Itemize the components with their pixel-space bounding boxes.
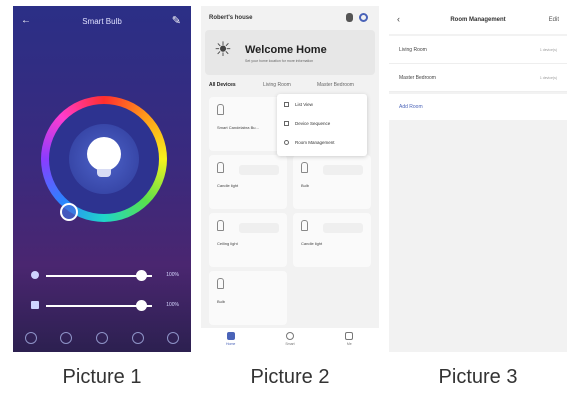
device-toggle[interactable] — [239, 223, 279, 233]
brightness-thumb[interactable] — [135, 270, 147, 281]
nav-smart[interactable]: Smart — [275, 328, 305, 352]
temperature-thumb[interactable] — [135, 300, 147, 311]
add-device-icon[interactable] — [359, 13, 368, 22]
microphone-icon[interactable] — [346, 13, 353, 22]
room-management-screen: ‹ Room Management Edit Living Room 1 dev… — [389, 6, 567, 352]
sun-icon: ☀ — [214, 39, 232, 61]
nav-label: Smart — [285, 342, 295, 346]
room-management-header: ‹ Room Management Edit — [389, 6, 567, 34]
room-tabs: All Devices Living Room Master Bedroom — [209, 80, 371, 92]
menu-item-label: List View — [295, 102, 313, 107]
page-title: Room Management — [450, 17, 506, 23]
list-icon — [284, 102, 289, 108]
caption-picture-3: Picture 3 — [438, 366, 518, 388]
bulb-icon — [301, 220, 308, 231]
welcome-title: Welcome Home — [245, 44, 327, 56]
room-name: Master Bedroom — [399, 75, 436, 81]
room-icon — [284, 140, 289, 146]
tab-all-devices[interactable]: All Devices — [209, 82, 236, 88]
welcome-subtitle[interactable]: Set your home location for more informat… — [245, 59, 313, 63]
profile-icon — [345, 332, 354, 340]
bulb-icon — [217, 162, 224, 173]
timer-icon[interactable] — [131, 332, 144, 344]
color-wheel[interactable] — [41, 96, 167, 222]
temperature-icon — [31, 301, 39, 309]
device-card[interactable]: Candle light — [293, 213, 371, 267]
nav-me[interactable]: Me — [334, 328, 364, 352]
smart-bulb-screen: ← Smart Bulb ✎ 100% 100% — [13, 6, 191, 352]
home-header: Robert's house — [209, 12, 371, 26]
device-name: Bulb — [217, 299, 226, 304]
nav-home[interactable]: Home — [216, 328, 246, 352]
edit-button[interactable]: Edit — [549, 17, 559, 23]
bulb-icon — [87, 137, 121, 171]
menu-item-label: Room Management — [295, 140, 335, 145]
add-room-row[interactable]: Add Room — [389, 94, 567, 120]
device-name: Smart Candelabra Bu... — [217, 125, 259, 130]
device-name: Bulb — [301, 183, 310, 188]
mode-icon[interactable] — [167, 332, 180, 344]
music-icon[interactable] — [95, 332, 108, 344]
nav-label: Me — [346, 342, 352, 346]
bulb-icon — [217, 278, 224, 289]
brightness-icon — [31, 271, 39, 279]
smart-icon — [285, 332, 294, 340]
device-toggle[interactable] — [323, 165, 363, 175]
room-row[interactable]: Living Room 1 device(s) — [389, 36, 567, 64]
room-device-count: 1 device(s) — [539, 76, 557, 80]
welcome-banner: ☀ Welcome Home Set your home location fo… — [205, 30, 375, 75]
sequence-icon — [284, 121, 289, 127]
caption-picture-1: Picture 1 — [62, 366, 142, 388]
bottom-controls — [13, 332, 191, 344]
bulb-base-icon — [97, 169, 111, 177]
color-wheel-center — [49, 104, 159, 214]
caption-picture-2: Picture 2 — [250, 366, 330, 388]
brightness-value: 100% — [166, 272, 179, 278]
room-row[interactable]: Master Bedroom 1 device(s) — [389, 64, 567, 92]
tab-master-bedroom[interactable]: Master Bedroom — [317, 82, 354, 88]
room-device-count: 1 device(s) — [539, 48, 557, 52]
bulb-glow — [69, 124, 139, 194]
bulb-icon — [217, 104, 224, 115]
temperature-value: 100% — [166, 302, 179, 308]
bulb-icon — [217, 220, 224, 231]
device-card[interactable]: Ceiling light — [209, 213, 287, 267]
device-name: Candle light — [217, 183, 239, 188]
room-name: Living Room — [399, 47, 427, 53]
view-options-menu: List View Device Sequence Room Managemen… — [277, 94, 367, 156]
device-name: Candle light — [301, 241, 323, 246]
device-toggle[interactable] — [323, 223, 363, 233]
menu-item-list-view[interactable]: List View — [284, 102, 313, 114]
device-name: Ceiling light — [217, 241, 238, 246]
home-selector[interactable]: Robert's house — [209, 15, 252, 21]
device-card[interactable]: Bulb — [293, 155, 371, 209]
edit-pencil-icon[interactable]: ✎ — [172, 14, 181, 27]
bottom-nav: Home Smart Me — [201, 328, 379, 352]
bulb-icon — [301, 162, 308, 173]
add-room-button[interactable]: Add Room — [399, 104, 423, 110]
scene-icon[interactable] — [60, 332, 73, 344]
home-screen: Robert's house ☀ Welcome Home Set your h… — [201, 6, 379, 352]
menu-item-label: Device Sequence — [295, 121, 331, 126]
home-icon — [226, 332, 235, 340]
color-picker-knob[interactable] — [60, 203, 78, 221]
nav-label: Home — [225, 342, 236, 346]
temperature-slider[interactable]: 100% — [31, 300, 179, 312]
screen-title: Smart Bulb — [82, 17, 122, 26]
brightness-slider[interactable]: 100% — [31, 270, 179, 282]
device-card[interactable]: Candle light — [209, 155, 287, 209]
tab-living-room[interactable]: Living Room — [263, 82, 291, 88]
menu-item-device-sequence[interactable]: Device Sequence — [284, 121, 330, 133]
power-icon[interactable] — [24, 332, 37, 344]
device-card[interactable]: Bulb — [209, 271, 287, 325]
top-bar: ← Smart Bulb ✎ — [13, 12, 191, 32]
device-toggle[interactable] — [239, 165, 279, 175]
menu-item-room-management[interactable]: Room Management — [284, 140, 335, 152]
device-card[interactable]: Smart Candelabra Bu... — [209, 97, 287, 151]
room-list: Living Room 1 device(s) Master Bedroom 1… — [389, 36, 567, 92]
